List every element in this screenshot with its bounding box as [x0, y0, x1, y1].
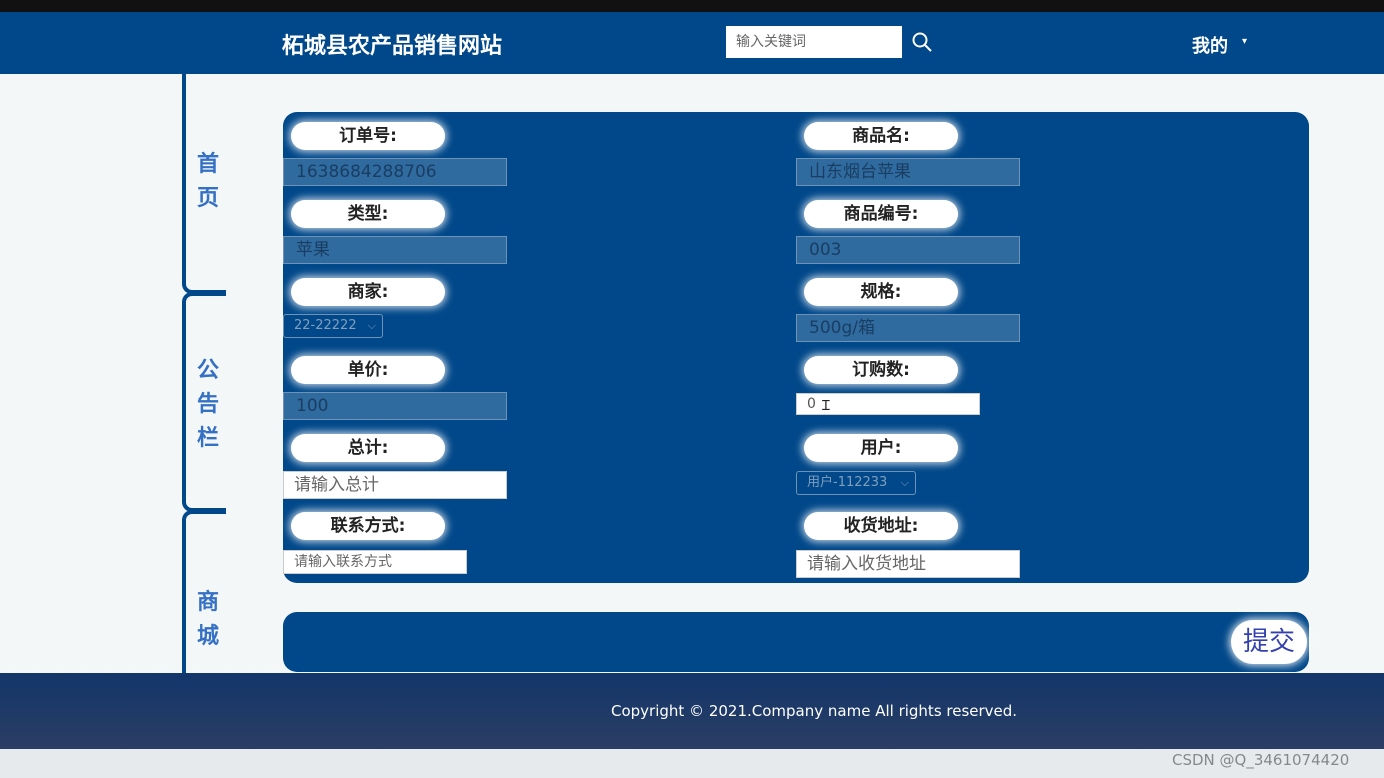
search-icon[interactable] — [910, 30, 934, 54]
merchant-select[interactable]: 22-22222 ⌵ — [283, 314, 383, 338]
user-label: 用户: — [804, 434, 958, 462]
contact-input[interactable] — [283, 550, 467, 574]
total-input[interactable] — [283, 471, 507, 499]
copyright-text: Copyright © 2021.Company name All rights… — [611, 702, 1018, 720]
side-nav: 首页 公告栏 商城 — [182, 74, 232, 734]
product-name-field: 山东烟台苹果 — [796, 158, 1020, 186]
chevron-down-icon: ⌵ — [367, 319, 376, 332]
product-code-field: 003 — [796, 236, 1020, 264]
total-label: 总计: — [291, 434, 445, 462]
text-cursor-icon: Ɪ — [822, 398, 830, 414]
user-menu[interactable]: 我的 — [1192, 32, 1228, 58]
quantity-label: 订购数: — [804, 356, 958, 384]
order-no-field: 1638684288706 — [283, 158, 507, 186]
product-code-label: 商品编号: — [804, 200, 958, 228]
nav-item-home[interactable]: 首页 — [196, 148, 220, 216]
nav-item-notice[interactable]: 公告栏 — [196, 354, 220, 456]
submit-bar: 提交 — [283, 612, 1309, 672]
user-select-value: 用户-112233 — [807, 475, 888, 490]
search-input[interactable] — [726, 26, 902, 58]
type-label: 类型: — [291, 200, 445, 228]
address-input[interactable] — [796, 550, 1020, 578]
header: 柘城县农产品销售网站 我的 ▾ — [0, 12, 1384, 74]
order-no-label: 订单号: — [291, 122, 445, 150]
submit-button[interactable]: 提交 — [1231, 620, 1307, 664]
user-select[interactable]: 用户-112233 ⌵ — [796, 471, 916, 495]
watermark: CSDN @Q_3461074420 — [1172, 751, 1350, 769]
spec-field: 500g/箱 — [796, 314, 1020, 342]
address-label: 收货地址: — [804, 512, 958, 540]
merchant-select-value: 22-22222 — [294, 318, 357, 333]
type-field: 苹果 — [283, 236, 507, 264]
nav-item-shop[interactable]: 商城 — [196, 586, 220, 654]
order-form: 订单号: 1638684288706 商品名: 山东烟台苹果 类型: 苹果 商品… — [283, 112, 1309, 583]
product-name-label: 商品名: — [804, 122, 958, 150]
unit-price-field: 100 — [283, 392, 507, 420]
footer: Copyright © 2021.Company name All rights… — [0, 673, 1384, 749]
unit-price-label: 单价: — [291, 356, 445, 384]
chevron-down-icon[interactable]: ▾ — [1242, 36, 1247, 47]
contact-label: 联系方式: — [291, 512, 445, 540]
window-top-bar — [0, 0, 1384, 12]
chevron-down-icon: ⌵ — [900, 476, 909, 489]
site-title[interactable]: 柘城县农产品销售网站 — [282, 28, 502, 60]
spec-label: 规格: — [804, 278, 958, 306]
merchant-label: 商家: — [291, 278, 445, 306]
